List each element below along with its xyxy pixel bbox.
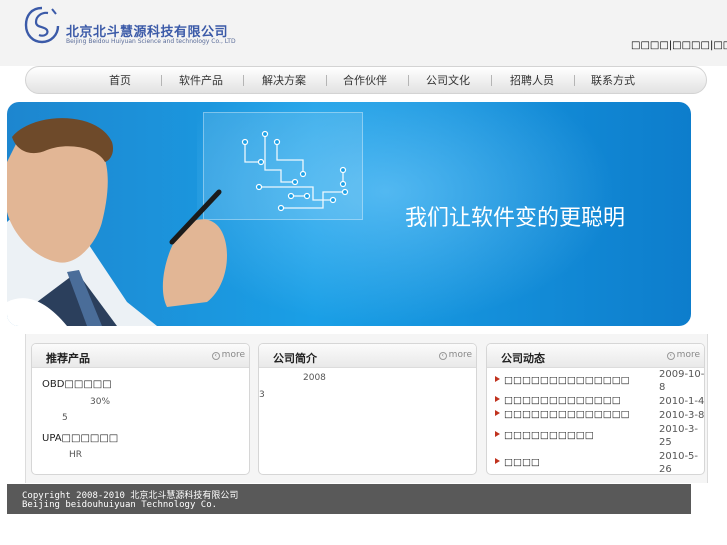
news-more-link[interactable]: ‹ more (666, 350, 700, 360)
site-header: 北京北斗慧源科技有限公司 Beijing Beidou Huiyuan Scie… (0, 0, 727, 66)
nav-item-home[interactable]: 首页 (109, 72, 131, 88)
news-box: 公司动态 ‹ more □□□□□□□□□□□□□□ 2009-10-8 □□□□… (486, 343, 705, 475)
news-item[interactable]: □□□□□□□□□□□□□□ (495, 375, 645, 386)
nav-item-solutions[interactable]: 解决方案 (262, 72, 306, 88)
more-label: more (448, 350, 472, 360)
nav-item-partners[interactable]: 合作伙伴 (343, 72, 387, 88)
products-box: 推荐产品 ‹ more OBD□□□□□ 30% 5 UPA□□□□□□ HR (31, 343, 250, 475)
news-item[interactable]: □□□□ (495, 457, 645, 468)
nav-divider (326, 75, 327, 86)
about-title: 公司简介 (273, 352, 317, 365)
company-footer-name: Beijing beidouhuiyuan Technology Co. (22, 500, 218, 510)
logo-icon[interactable] (22, 4, 62, 46)
news-date: 2010-5-26 (659, 451, 699, 475)
products-more-link[interactable]: ‹ more (211, 350, 245, 360)
news-box-header: 公司动态 ‹ more (487, 344, 704, 368)
nav-item-jobs[interactable]: 招聘人员 (510, 72, 554, 88)
news-item[interactable]: □□□□□□□□□□ (495, 430, 645, 441)
triangle-right-icon (495, 376, 500, 382)
news-date: 2009-10-8 (659, 369, 705, 393)
hero-banner: 我们让软件变的更聪明 (7, 102, 691, 326)
news-item-title: □□□□ (504, 457, 540, 468)
triangle-right-icon (495, 396, 500, 402)
news-title: 公司动态 (501, 352, 545, 365)
company-name-en: Beijing Beidou Huiyuan Science and techn… (66, 38, 236, 45)
triangle-right-icon (495, 431, 500, 437)
news-item-title: □□□□□□□□□□□□□ (504, 395, 621, 406)
news-date: 2010-3-25 (659, 424, 699, 448)
businessman-illustration (7, 118, 227, 326)
about-text: 3 (259, 390, 265, 400)
content-area: 推荐产品 ‹ more OBD□□□□□ 30% 5 UPA□□□□□□ HR 公… (25, 334, 708, 483)
triangle-right-icon (495, 410, 500, 416)
nav-divider (161, 75, 162, 86)
news-item-title: □□□□□□□□□□□□□□ (504, 375, 630, 386)
more-label: more (221, 350, 245, 360)
nav-item-contact[interactable]: 联系方式 (591, 72, 635, 88)
nav-divider (491, 75, 492, 86)
about-text: 2008 (303, 373, 326, 383)
news-item-title: □□□□□□□□□□ (504, 430, 594, 441)
news-item[interactable]: □□□□□□□□□□□□□□ (495, 409, 645, 420)
about-more-link[interactable]: ‹ more (438, 350, 472, 360)
about-box: 公司简介 ‹ more 2008 3 (258, 343, 477, 475)
nav-item-products[interactable]: 软件产品 (179, 72, 223, 88)
nav-item-culture[interactable]: 公司文化 (426, 72, 470, 88)
about-box-header: 公司简介 ‹ more (259, 344, 476, 368)
news-item-title: □□□□□□□□□□□□□□ (504, 409, 630, 420)
top-links[interactable]: □□□□|□□□□|□□□□ (631, 40, 727, 51)
circle-arrow-icon: ‹ (211, 352, 220, 360)
more-label: more (676, 350, 700, 360)
nav-divider (408, 75, 409, 86)
product-desc: HR (69, 450, 83, 460)
circle-arrow-icon: ‹ (438, 352, 447, 360)
nav-divider (574, 75, 575, 86)
triangle-right-icon (495, 458, 500, 464)
product-name[interactable]: UPA□□□□□□ (42, 433, 118, 444)
main-nav: 首页 软件产品 解决方案 合作伙伴 公司文化 招聘人员 联系方式 (25, 66, 707, 94)
products-title: 推荐产品 (46, 352, 90, 365)
product-desc: 30% (90, 397, 111, 407)
product-name[interactable]: OBD□□□□□ (42, 379, 112, 390)
nav-divider (243, 75, 244, 86)
site-footer: Copyright 2008-2010 北京北斗慧源科技有限公司 Beijing… (7, 484, 691, 514)
banner-slogan: 我们让软件变的更聪明 (405, 206, 626, 231)
news-date: 2010-1-4 (659, 396, 705, 407)
circle-arrow-icon: ‹ (666, 352, 675, 360)
news-date: 2010-3-8 (659, 410, 705, 421)
product-desc: 5 (62, 413, 68, 423)
news-item[interactable]: □□□□□□□□□□□□□ (495, 395, 645, 406)
products-box-header: 推荐产品 ‹ more (32, 344, 249, 368)
